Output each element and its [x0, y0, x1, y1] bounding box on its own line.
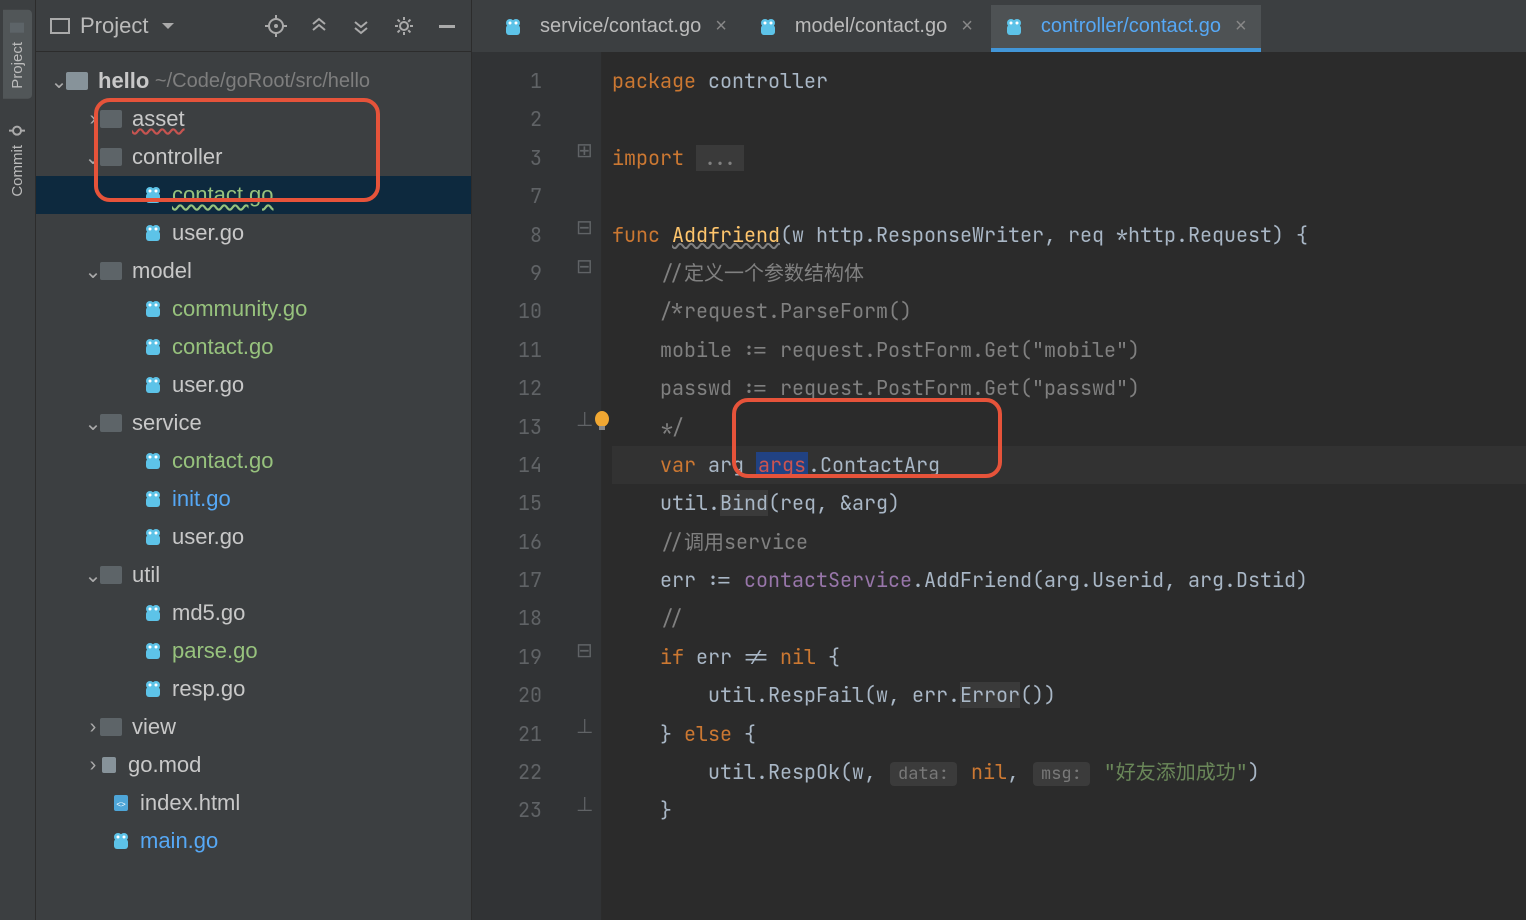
- tree-service-user[interactable]: user.go: [36, 518, 471, 556]
- go-file-icon: [144, 299, 162, 319]
- tree-controller-contact[interactable]: contact.go: [36, 176, 471, 214]
- go-file-icon: [144, 451, 162, 471]
- tree-service-init[interactable]: init.go: [36, 480, 471, 518]
- gomod-icon: [100, 755, 118, 775]
- tree-main[interactable]: main.go: [36, 822, 471, 860]
- folder-icon: [100, 110, 122, 128]
- folder-icon: [100, 148, 122, 166]
- close-icon[interactable]: ×: [1235, 15, 1247, 38]
- chevron-down-icon: ⌄: [52, 69, 66, 94]
- tree-util-md5[interactable]: md5.go: [36, 594, 471, 632]
- param-hint: data:: [890, 762, 957, 786]
- tree-index[interactable]: <> index.html: [36, 784, 471, 822]
- project-icon: [50, 18, 70, 34]
- go-file-icon: [759, 17, 777, 37]
- go-file-icon: [144, 375, 162, 395]
- gear-icon[interactable]: [393, 15, 415, 37]
- tree-gomod[interactable]: › go.mod: [36, 746, 471, 784]
- lightbulb-icon[interactable]: [592, 410, 612, 432]
- line-gutter: 1 2378 9101112 13141516 17181920 212223: [472, 52, 568, 920]
- expand-all-icon[interactable]: [309, 16, 329, 36]
- svg-text:<>: <>: [116, 800, 126, 809]
- tree-asset[interactable]: › asset: [36, 100, 471, 138]
- go-file-icon: [144, 679, 162, 699]
- commit-icon: [10, 123, 26, 139]
- project-view-selector[interactable]: Project: [50, 13, 174, 39]
- fold-open-icon[interactable]: ⊟: [576, 638, 593, 663]
- chevron-down-icon: [162, 23, 174, 29]
- vtab-commit[interactable]: Commit: [3, 113, 32, 207]
- html-icon: <>: [112, 793, 130, 813]
- go-file-icon: [1005, 17, 1023, 37]
- fold-close-icon[interactable]: ⊥: [576, 407, 593, 432]
- close-icon[interactable]: ×: [961, 15, 973, 38]
- tree-model[interactable]: ⌄ model: [36, 252, 471, 290]
- editor-area: service/contact.go× model/contact.go× co…: [472, 0, 1526, 920]
- folder-icon: [10, 20, 26, 36]
- go-file-icon: [144, 489, 162, 509]
- chevron-down-icon: ⌄: [86, 145, 100, 170]
- tab-controller-contact[interactable]: controller/contact.go×: [991, 5, 1261, 52]
- go-file-icon: [144, 337, 162, 357]
- go-file-icon: [112, 831, 130, 851]
- fold-expand-icon[interactable]: ⊞: [576, 138, 593, 163]
- go-file-icon: [144, 527, 162, 547]
- project-toolbar: Project: [36, 0, 471, 52]
- chevron-down-icon: ⌄: [86, 563, 100, 588]
- tree-model-contact[interactable]: contact.go: [36, 328, 471, 366]
- tab-model-contact[interactable]: model/contact.go×: [745, 5, 987, 52]
- go-file-icon: [144, 223, 162, 243]
- go-file-icon: [144, 603, 162, 623]
- folder-icon: [100, 262, 122, 280]
- tree-root[interactable]: ⌄ hello ~/Code/goRoot/src/hello: [36, 62, 471, 100]
- chevron-right-icon: ›: [86, 108, 100, 131]
- close-icon[interactable]: ×: [715, 15, 727, 38]
- tree-controller-user[interactable]: user.go: [36, 214, 471, 252]
- fold-open-icon[interactable]: ⊟: [576, 215, 593, 240]
- tree-service-contact[interactable]: contact.go: [36, 442, 471, 480]
- tree-util-resp[interactable]: resp.go: [36, 670, 471, 708]
- go-file-icon: [144, 185, 162, 205]
- fold-close-icon[interactable]: ⊥: [576, 714, 593, 739]
- tree-controller[interactable]: ⌄ controller: [36, 138, 471, 176]
- vertical-tab-strip: Project Commit: [0, 0, 36, 920]
- tree-view[interactable]: › view: [36, 708, 471, 746]
- editor-tabs: service/contact.go× model/contact.go× co…: [472, 0, 1526, 52]
- folder-icon: [100, 566, 122, 584]
- chevron-down-icon: ⌄: [86, 411, 100, 436]
- param-hint: msg:: [1033, 762, 1090, 786]
- code-body[interactable]: package controller import ... func Addfr…: [602, 52, 1526, 920]
- tree-model-user[interactable]: user.go: [36, 366, 471, 404]
- collapse-all-icon[interactable]: [351, 16, 371, 36]
- line-number: 1: [472, 62, 568, 100]
- code-editor[interactable]: 1 2378 9101112 13141516 17181920 212223 …: [472, 52, 1526, 920]
- fold-gutter[interactable]: ⊞ ⊟ ⊟ ⊥ ⊟ ⊥ ⊥: [568, 52, 602, 920]
- project-panel: Project ⌄ hello ~/Code/goRoot/src/hello …: [36, 0, 472, 920]
- folder-icon: [100, 718, 122, 736]
- tree-util[interactable]: ⌄ util: [36, 556, 471, 594]
- project-tree[interactable]: ⌄ hello ~/Code/goRoot/src/hello › asset …: [36, 52, 471, 920]
- tab-service-contact[interactable]: service/contact.go×: [490, 5, 741, 52]
- locate-icon[interactable]: [265, 15, 287, 37]
- go-file-icon: [504, 17, 522, 37]
- folder-icon: [100, 414, 122, 432]
- chevron-right-icon: ›: [86, 754, 100, 777]
- hide-icon[interactable]: [437, 16, 457, 36]
- go-file-icon: [144, 641, 162, 661]
- fold-close-icon[interactable]: ⊥: [576, 792, 593, 817]
- tree-service[interactable]: ⌄ service: [36, 404, 471, 442]
- vtab-project[interactable]: Project: [3, 10, 32, 99]
- folder-icon: [66, 72, 88, 90]
- fold-open-icon[interactable]: ⊟: [576, 254, 593, 279]
- chevron-down-icon: ⌄: [86, 259, 100, 284]
- chevron-right-icon: ›: [86, 716, 100, 739]
- tree-model-community[interactable]: community.go: [36, 290, 471, 328]
- tree-util-parse[interactable]: parse.go: [36, 632, 471, 670]
